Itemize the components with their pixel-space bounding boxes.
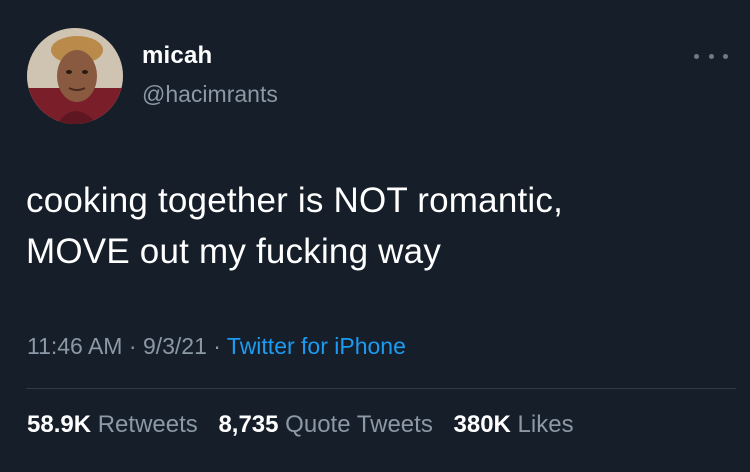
tweet-date[interactable]: 9/3/21 — [143, 333, 207, 359]
likes-count: 380K — [453, 411, 511, 438]
likes-stat[interactable]: 380K Likes — [454, 411, 574, 438]
tweet-meta: 11:46 AM · 9/3/21 · Twitter for iPhone — [27, 333, 406, 360]
tweet-text-line: cooking together is NOT romantic, — [26, 181, 564, 220]
display-name[interactable]: micah — [142, 42, 212, 70]
avatar[interactable] — [27, 28, 123, 124]
retweets-label: Retweets — [97, 411, 198, 438]
dot — [708, 53, 714, 59]
tweet-source-link[interactable]: Twitter for iPhone — [227, 333, 406, 359]
quote-tweets-count: 8,735 — [218, 411, 279, 438]
divider — [26, 388, 736, 389]
separator: · — [122, 333, 143, 359]
tweet-text: cooking together is NOT romantic, MOVE o… — [26, 175, 726, 277]
user-handle[interactable]: @hacimrants — [142, 81, 278, 108]
dot — [723, 53, 728, 59]
retweets-stat[interactable]: 58.9K Retweets — [27, 411, 198, 438]
dot — [694, 53, 699, 59]
tweet-text-line: MOVE out my fucking way — [26, 232, 442, 271]
tweet-card: micah @hacimrants cooking together is NO… — [0, 0, 750, 472]
separator: · — [206, 333, 227, 359]
retweets-count: 58.9K — [27, 411, 92, 438]
tweet-time[interactable]: 11:46 AM — [27, 333, 122, 359]
likes-label: Likes — [517, 411, 574, 438]
quote-tweets-label: Quote Tweets — [285, 411, 433, 438]
profile-photo-icon — [27, 28, 123, 124]
engagement-stats: 58.9K Retweets 8,735 Quote Tweets 380K L… — [27, 411, 588, 439]
more-options-icon[interactable] — [694, 48, 728, 64]
quote-tweets-stat[interactable]: 8,735 Quote Tweets — [218, 411, 432, 438]
